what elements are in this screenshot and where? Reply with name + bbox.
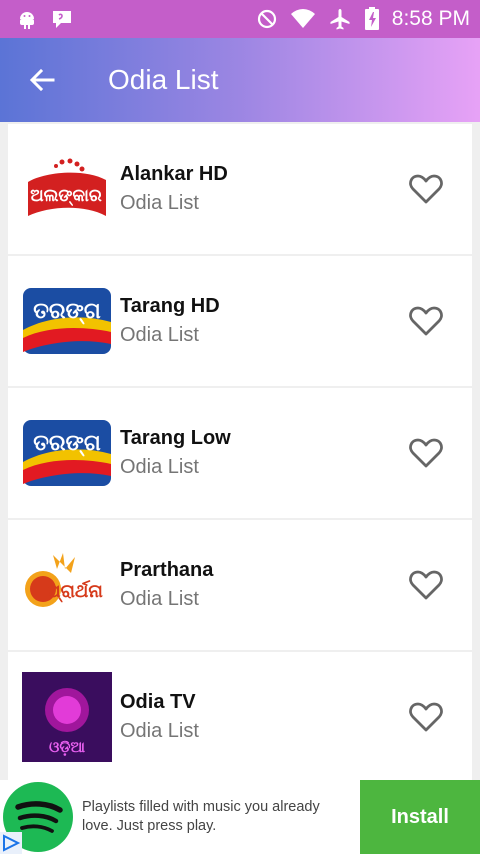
channel-category: Odia List (120, 324, 199, 346)
channel-card-odia-tv[interactable]: ଓଡ଼ିଆ Odia TV Odia List (8, 652, 472, 780)
svg-text:ତରଙ୍ଗ: ତରଙ୍ଗ (33, 299, 101, 325)
svg-text:ତରଙ୍ଗ: ତରଙ୍ଗ (33, 431, 101, 457)
channel-category: Odia List (120, 720, 199, 742)
arrow-left-icon (29, 68, 55, 92)
channel-list: ଅଲଙ୍କାର Alankar HD Odia List ତରଙ୍ଗ Taran… (8, 124, 472, 780)
channel-card-alankar-hd[interactable]: ଅଲଙ୍କାର Alankar HD Odia List (8, 124, 472, 254)
favorite-button[interactable] (396, 423, 456, 483)
channel-logo-odia-tv: ଓଡ଼ିଆ (22, 672, 112, 762)
heart-outline-icon (409, 702, 443, 732)
adchoices-icon[interactable] (0, 832, 22, 854)
airplane-icon (330, 9, 350, 30)
heart-outline-icon (409, 174, 443, 204)
favorite-button[interactable] (396, 159, 456, 219)
android-icon (20, 12, 34, 29)
channel-logo-alankar: ଅଲଙ୍କାର (22, 144, 112, 234)
channel-logo-tarang: ତରଙ୍ଗ (22, 408, 112, 498)
heart-outline-icon (409, 306, 443, 336)
heart-outline-icon (409, 438, 443, 468)
battery-charging-icon (364, 7, 379, 30)
favorite-button[interactable] (396, 555, 456, 615)
back-button[interactable] (0, 38, 84, 122)
channel-card-prarthana[interactable]: ପ୍ରାର୍ଥନା Prarthana Odia List (8, 520, 472, 650)
favorite-button[interactable] (396, 291, 456, 351)
channel-logo-prarthana: ପ୍ରାର୍ଥନା (22, 540, 112, 630)
favorite-button[interactable] (396, 687, 456, 747)
channel-card-tarang-low[interactable]: ତରଙ୍ଗ Tarang Low Odia List (8, 388, 472, 518)
ad-text: Playlists filled with music you already … (82, 799, 320, 834)
svg-text:ଅଲଙ୍କାର: ଅଲଙ୍କାର (30, 186, 102, 207)
channel-name: Odia TV (120, 691, 196, 713)
channel-name: Tarang Low (120, 427, 231, 449)
status-time: 8:58 PM (391, 7, 470, 30)
page-title: Odia List (108, 64, 219, 95)
app-bar: Odia List (0, 38, 480, 122)
channel-name: Prarthana (120, 559, 214, 581)
dnd-icon (257, 9, 276, 29)
channel-logo-tarang: ତରଙ୍ଗ (22, 276, 112, 366)
chat-icon (53, 11, 71, 28)
svg-text:ପ୍ରାର୍ଥନା: ପ୍ରାର୍ଥନା (47, 579, 103, 603)
channel-category: Odia List (120, 456, 199, 478)
channel-name: Tarang HD (120, 295, 220, 317)
channel-name: Alankar HD (120, 163, 228, 185)
wifi-icon (290, 9, 315, 28)
channel-category: Odia List (120, 588, 199, 610)
ad-banner[interactable]: Playlists filled with music you already … (0, 780, 480, 854)
channel-category: Odia List (120, 192, 199, 214)
channel-card-tarang-hd[interactable]: ତରଙ୍ଗ Tarang HD Odia List (8, 256, 472, 386)
status-bar: 8:58 PM (0, 0, 480, 38)
svg-text:ଓଡ଼ିଆ: ଓଡ଼ିଆ (49, 738, 85, 756)
install-button[interactable]: Install (360, 780, 480, 854)
heart-outline-icon (409, 570, 443, 600)
